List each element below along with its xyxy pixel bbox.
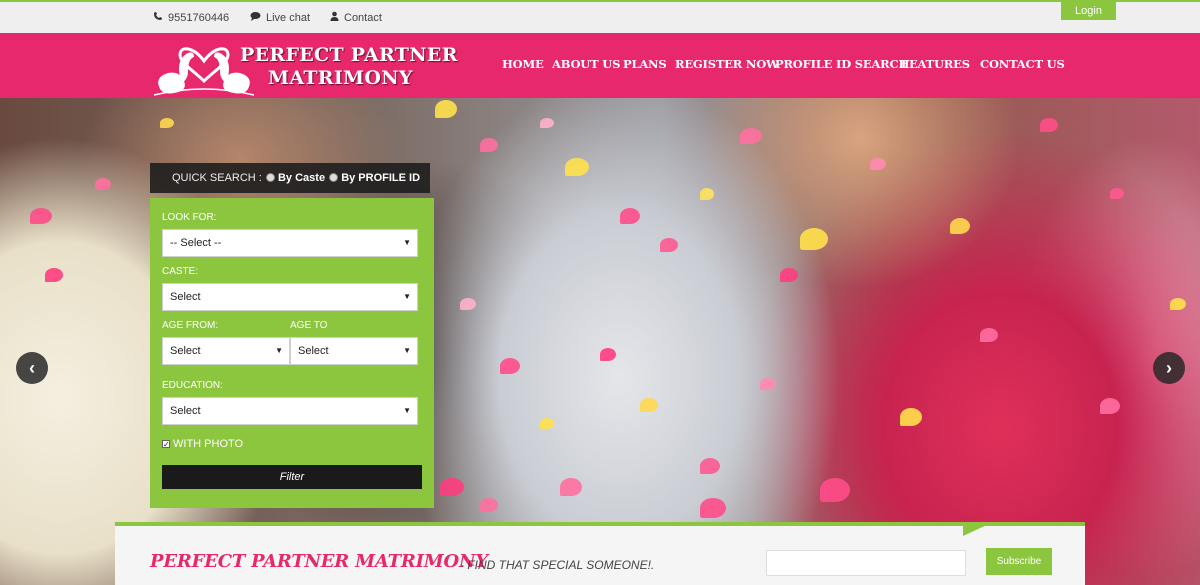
nav-home[interactable]: HOME bbox=[502, 57, 544, 71]
age-to-label: AGE TO bbox=[290, 320, 328, 331]
hero-slider: ‹ › QUICK SEARCH : By Caste By PROFILE I… bbox=[0, 98, 1200, 585]
with-photo-label: WITH PHOTO bbox=[173, 438, 244, 450]
dropdown-caret-icon: ▼ bbox=[275, 346, 283, 355]
look-for-value: -- Select -- bbox=[170, 237, 222, 249]
with-photo-option[interactable]: ✓ WITH PHOTO bbox=[162, 438, 243, 450]
quick-search-title: QUICK SEARCH : bbox=[172, 172, 262, 184]
nav-plans[interactable]: PLANS bbox=[623, 57, 667, 71]
tagline-title: PERFECT PARTNER MATRIMONY bbox=[150, 551, 488, 572]
nav-contact-us[interactable]: CONTACT US bbox=[980, 57, 1065, 71]
age-to-value: Select bbox=[298, 345, 329, 357]
age-from-select[interactable]: Select ▼ bbox=[162, 337, 290, 365]
phone-number: 9551760446 bbox=[168, 11, 230, 24]
nav-about-us[interactable]: ABOUT US bbox=[552, 57, 620, 71]
live-chat-link[interactable]: Live chat bbox=[250, 11, 310, 24]
phone-contact[interactable]: 9551760446 bbox=[153, 11, 229, 24]
tagline-subtitle: - FIND THAT SPECIAL SOMEONE!. bbox=[460, 558, 655, 572]
slider-prev-button[interactable]: ‹ bbox=[16, 352, 48, 384]
subscribe-button[interactable]: Subscribe bbox=[986, 548, 1052, 575]
brand-line-2: MATRIMONY bbox=[268, 67, 413, 89]
dropdown-caret-icon: ▼ bbox=[403, 346, 411, 355]
contact-label: Contact bbox=[344, 11, 382, 24]
look-for-select[interactable]: -- Select -- ▼ bbox=[162, 229, 418, 257]
age-from-value: Select bbox=[170, 345, 201, 357]
education-select[interactable]: Select ▼ bbox=[162, 397, 418, 425]
dropdown-caret-icon: ▼ bbox=[403, 292, 411, 301]
top-bar: 9551760446 Live chat Contact Login bbox=[0, 0, 1200, 33]
strip-notch-decoration bbox=[963, 524, 989, 536]
age-to-select[interactable]: Select ▼ bbox=[290, 337, 418, 365]
by-profile-id-label[interactable]: By PROFILE ID bbox=[341, 172, 420, 184]
radio-by-caste[interactable] bbox=[265, 173, 275, 182]
caste-select[interactable]: Select ▼ bbox=[162, 283, 418, 311]
chevron-left-icon: ‹ bbox=[29, 358, 35, 378]
slider-next-button[interactable]: › bbox=[1153, 352, 1185, 384]
subscribe-email-input[interactable] bbox=[766, 550, 966, 576]
live-chat-label: Live chat bbox=[266, 11, 311, 24]
nav-profile-id-search[interactable]: PROFILE ID SEARCH bbox=[775, 57, 909, 71]
nav-features[interactable]: FEATURES bbox=[901, 57, 970, 71]
radio-by-profile-id[interactable] bbox=[329, 173, 339, 182]
dropdown-caret-icon: ▼ bbox=[403, 238, 411, 247]
nav-register-now[interactable]: REGISTER NOW bbox=[675, 57, 779, 71]
chevron-right-icon: › bbox=[1166, 358, 1172, 378]
contact-link[interactable]: Contact bbox=[330, 11, 382, 24]
brand-line-1: PERFECT PARTNER bbox=[240, 44, 458, 66]
caste-label: CASTE: bbox=[162, 266, 199, 277]
chat-icon bbox=[250, 11, 261, 24]
age-from-label: AGE FROM: bbox=[162, 320, 219, 331]
user-icon bbox=[330, 11, 339, 24]
quick-search-header: QUICK SEARCH : By Caste By PROFILE ID bbox=[150, 163, 430, 193]
look-for-label: LOOK FOR: bbox=[162, 212, 217, 223]
login-button[interactable]: Login bbox=[1061, 2, 1116, 20]
phone-icon bbox=[153, 11, 163, 24]
filter-button[interactable]: Filter bbox=[162, 465, 422, 489]
education-value: Select bbox=[170, 405, 201, 417]
dropdown-caret-icon: ▼ bbox=[403, 406, 411, 415]
with-photo-checkbox[interactable]: ✓ bbox=[162, 440, 170, 449]
site-header: PERFECT PARTNER MATRIMONY HOME ABOUT US … bbox=[0, 33, 1200, 98]
education-label: EDUCATION: bbox=[162, 380, 223, 391]
caste-value: Select bbox=[170, 291, 201, 303]
brand-logo-text[interactable]: PERFECT PARTNER MATRIMONY bbox=[240, 44, 458, 90]
by-caste-label[interactable]: By Caste bbox=[278, 172, 325, 184]
